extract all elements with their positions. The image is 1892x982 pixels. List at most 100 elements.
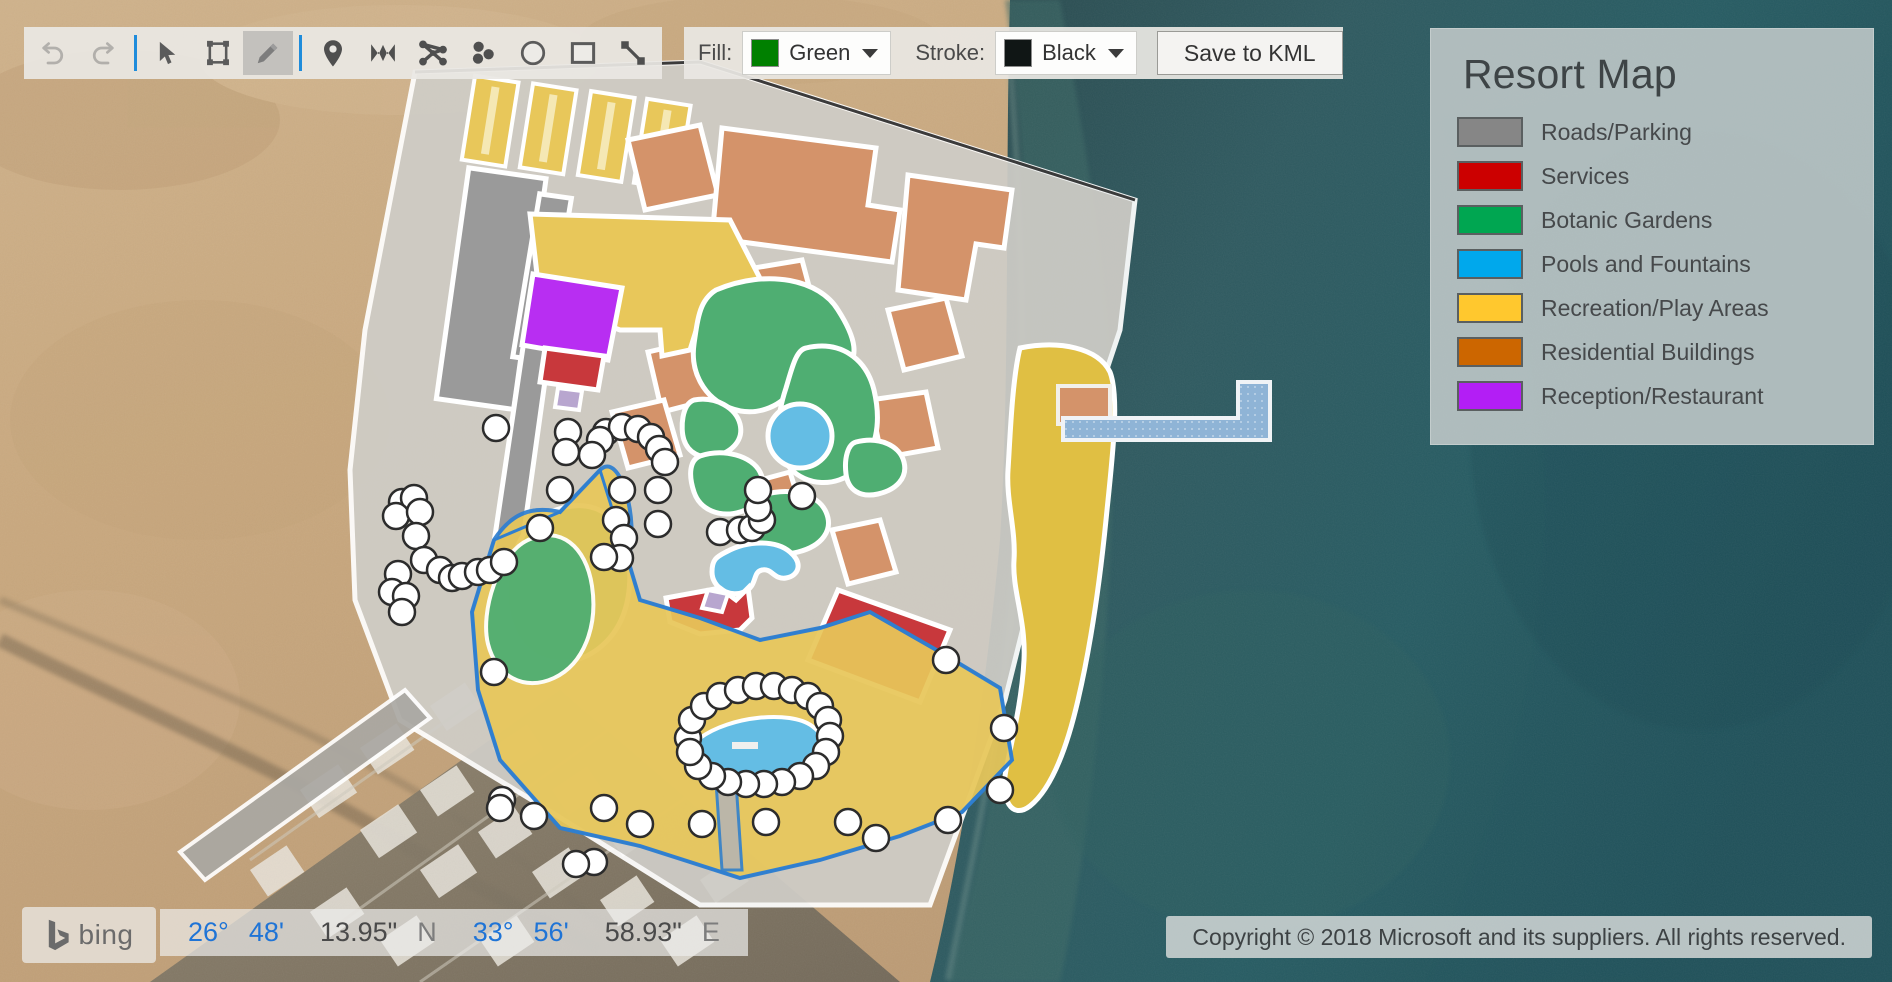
redo-button[interactable] xyxy=(78,31,128,75)
toolbar-group-history xyxy=(24,27,662,79)
vertex-handle xyxy=(745,477,771,503)
fill-color-swatch xyxy=(751,39,779,67)
vertex-handle xyxy=(383,503,409,529)
bounding-box-icon xyxy=(204,39,232,67)
vertex-handle xyxy=(645,511,671,537)
bing-wordmark: bing xyxy=(79,919,134,951)
central-fountain[interactable] xyxy=(768,404,832,468)
latitude-degrees: 26° xyxy=(188,917,229,948)
kml-export-group: Save to KML xyxy=(1143,27,1343,79)
bounding-box-tool[interactable] xyxy=(193,31,243,75)
stroke-color-swatch xyxy=(1004,39,1032,67)
stroke-label: Stroke: xyxy=(915,40,985,66)
vertex-handle xyxy=(481,659,507,685)
select-tool[interactable] xyxy=(143,31,193,75)
vertex-handle xyxy=(527,515,553,541)
service-kiosk[interactable] xyxy=(555,388,582,410)
polyline-tool[interactable] xyxy=(358,31,408,75)
longitude-hemisphere: E xyxy=(702,917,720,948)
vertex-handle xyxy=(677,739,703,765)
vertex-handle xyxy=(991,715,1017,741)
legend-label: Reception/Restaurant xyxy=(1541,383,1763,410)
legend-item-residential: Residential Buildings xyxy=(1457,330,1849,374)
legend-item-roads-parking: Roads/Parking xyxy=(1457,110,1849,154)
undo-button[interactable] xyxy=(28,31,78,75)
chevron-down-icon xyxy=(862,49,878,58)
fill-color-select[interactable]: Green xyxy=(742,31,891,75)
line-tool[interactable] xyxy=(608,31,658,75)
legend-label: Residential Buildings xyxy=(1541,339,1755,366)
legend-item-recreation-play: Recreation/Play Areas xyxy=(1457,286,1849,330)
service-building-small[interactable] xyxy=(540,348,604,390)
pool-deck-marker xyxy=(732,742,758,749)
vertex-handle xyxy=(987,777,1013,803)
legend-item-botanic-gardens: Botanic Gardens xyxy=(1457,198,1849,242)
latitude-minutes: 48' xyxy=(249,917,284,948)
vertex-handle xyxy=(645,477,671,503)
pencil-icon xyxy=(254,39,282,67)
circle-tool[interactable] xyxy=(508,31,558,75)
legend-label: Recreation/Play Areas xyxy=(1541,295,1769,322)
map-legend-panel: Resort Map Roads/Parking Services Botani… xyxy=(1430,28,1874,445)
vertex-handle xyxy=(591,795,617,821)
vertex-handle xyxy=(753,809,779,835)
rectangle-icon xyxy=(568,38,598,68)
reception-restaurant-building[interactable] xyxy=(522,274,622,360)
rectangle-tool[interactable] xyxy=(558,31,608,75)
vertex-handle xyxy=(935,807,961,833)
legend-label: Roads/Parking xyxy=(1541,119,1692,146)
legend-swatch xyxy=(1457,337,1523,367)
redo-icon xyxy=(88,38,118,68)
vertex-handle xyxy=(403,523,429,549)
map-application: Fill: Green Stroke: Black Save to KML Re… xyxy=(0,0,1892,982)
vertex-handle xyxy=(591,544,617,570)
polygon-tool[interactable] xyxy=(408,31,458,75)
legend-label: Pools and Fountains xyxy=(1541,251,1751,278)
style-controls: Fill: Green Stroke: Black xyxy=(684,27,1143,79)
map-pin-icon xyxy=(318,38,348,68)
longitude-degrees: 33° xyxy=(473,917,514,948)
services-annex[interactable] xyxy=(702,590,728,612)
legend-swatch xyxy=(1457,117,1523,147)
vertex-handle xyxy=(407,499,433,525)
vertex-handle xyxy=(789,483,815,509)
vertex-handle xyxy=(483,415,509,441)
vertex-handle xyxy=(933,647,959,673)
vertex-handle xyxy=(689,811,715,837)
legend-swatch xyxy=(1457,381,1523,411)
circle-icon xyxy=(518,38,548,68)
vertex-handle xyxy=(547,477,573,503)
vertex-handle xyxy=(579,442,605,468)
longitude-seconds: 58.93" xyxy=(605,917,682,948)
vertex-handle xyxy=(487,795,513,821)
vertex-handle xyxy=(491,549,517,575)
legend-swatch xyxy=(1457,205,1523,235)
toolbar-spacer xyxy=(662,27,684,79)
line-icon xyxy=(618,38,648,68)
vertex-handle xyxy=(652,449,678,475)
legend-item-reception-restaurant: Reception/Restaurant xyxy=(1457,374,1849,418)
edit-tool[interactable] xyxy=(243,31,293,75)
copyright-text: Copyright © 2018 Microsoft and its suppl… xyxy=(1192,924,1846,951)
stroke-color-value: Black xyxy=(1042,40,1096,66)
latitude-hemisphere: N xyxy=(417,917,437,948)
pushpin-tool[interactable] xyxy=(308,31,358,75)
legend-swatch xyxy=(1457,249,1523,279)
vertex-handle xyxy=(863,825,889,851)
drawing-toolbar[interactable]: Fill: Green Stroke: Black Save to KML xyxy=(24,27,1343,79)
polygon-icon xyxy=(417,37,449,69)
bing-logo[interactable]: bing xyxy=(22,907,156,963)
toolbar-divider-1 xyxy=(134,35,137,71)
legend-swatch xyxy=(1457,161,1523,191)
legend-swatch xyxy=(1457,293,1523,323)
vertex-handle xyxy=(627,811,653,837)
vertex-handle xyxy=(389,599,415,625)
fill-label: Fill: xyxy=(698,40,732,66)
polyline-icon xyxy=(368,38,398,68)
vertex-handle xyxy=(553,439,579,465)
legend-item-pools-fountains: Pools and Fountains xyxy=(1457,242,1849,286)
stroke-color-select[interactable]: Black xyxy=(995,31,1137,75)
freehand-tool[interactable] xyxy=(458,31,508,75)
legend-title: Resort Map xyxy=(1463,51,1849,98)
save-to-kml-button[interactable]: Save to KML xyxy=(1157,31,1343,75)
